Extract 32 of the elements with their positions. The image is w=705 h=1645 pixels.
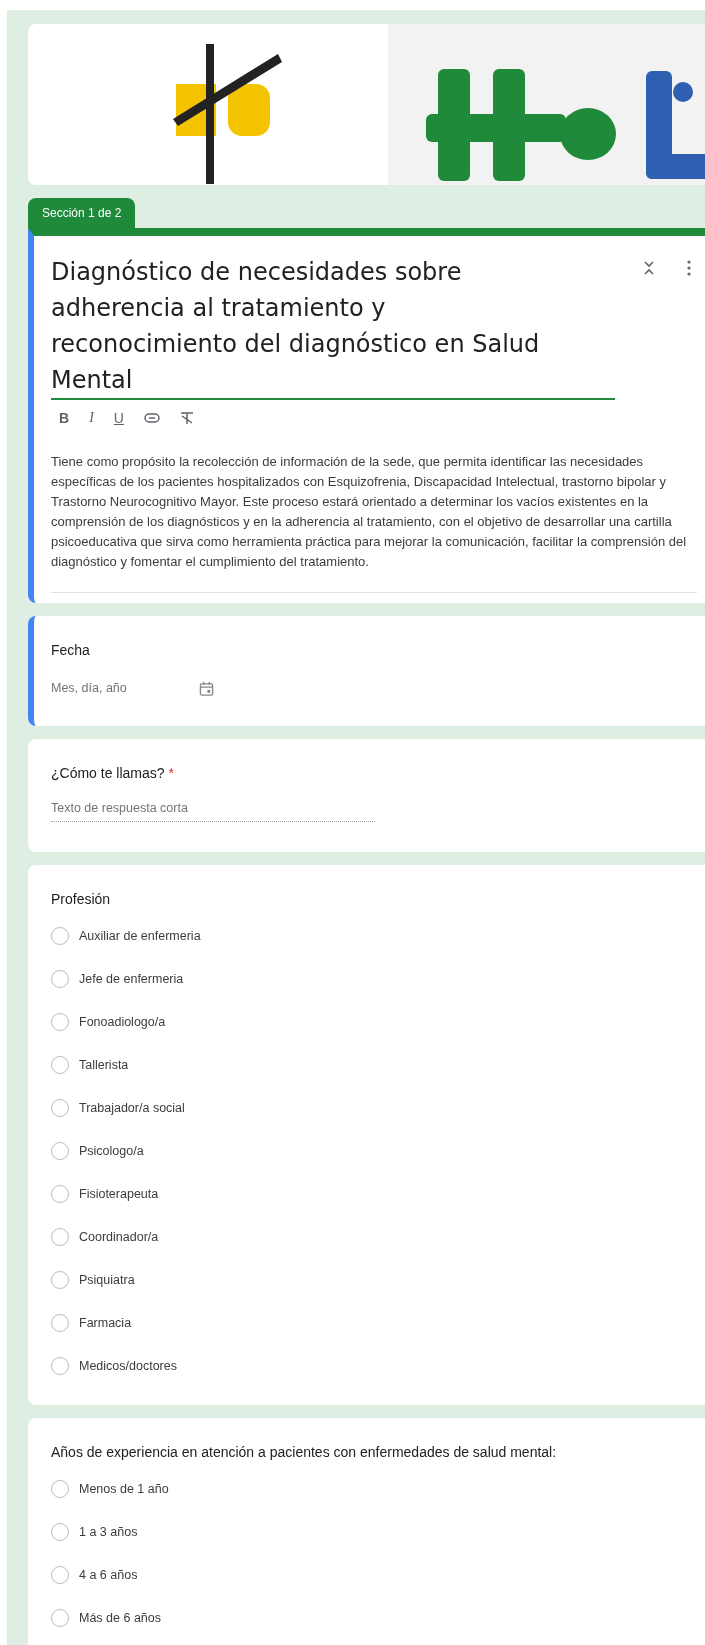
option-label[interactable]: Farmacia	[79, 1316, 132, 1330]
question-label: Profesión	[51, 891, 111, 907]
option-label[interactable]: Psicologo/a	[79, 1144, 144, 1158]
option-label[interactable]: Trabajador/a social	[79, 1101, 185, 1115]
clear-formatting-icon[interactable]	[179, 411, 194, 425]
question-label: ¿Cómo te llamas?	[51, 765, 165, 781]
link-icon[interactable]	[143, 413, 160, 423]
option-label[interactable]: Auxiliar de enfermeria	[79, 929, 201, 943]
date-field[interactable]: Mes, día, año	[51, 680, 214, 696]
required-mark: *	[168, 765, 175, 781]
option-label[interactable]: Fisioterapeuta	[79, 1187, 159, 1201]
form-title[interactable]: Diagnóstico de necesidades sobre adherencia al tratamiento y reconocimiento del diagnóstico en Salud Mental	[51, 254, 615, 400]
option-label[interactable]: 1 a 3 años	[79, 1525, 138, 1539]
more-options-icon[interactable]	[687, 260, 691, 276]
format-button[interactable]: B	[59, 410, 70, 426]
option-label[interactable]: Menos de 1 año	[79, 1482, 169, 1496]
option-label[interactable]: Medicos/doctores	[79, 1359, 177, 1373]
option-label[interactable]: Jefe de enfermeria	[79, 972, 184, 986]
short-answer-field[interactable]: Texto de respuesta corta	[51, 801, 375, 822]
question-label: Años de experiencia en atención a pacientes con enfermedades de salud mental:	[51, 1444, 557, 1460]
option-label[interactable]: Fonoadiologo/a	[79, 1015, 166, 1029]
calendar-icon[interactable]	[198, 680, 214, 696]
option-label[interactable]: Más de 6 años	[79, 1611, 161, 1625]
question-label: Fecha	[51, 642, 90, 658]
option-label[interactable]: Psiquiatra	[79, 1273, 135, 1287]
format-button[interactable]: U	[113, 410, 124, 426]
format-button[interactable]: I	[89, 410, 94, 426]
form-description: Tiene como propósito la recolección de información de la sede, que permita identificar las necesidades específicas de los pacientes hospitalizados con Esquizofrenia, Discapacidad Intelectual, trastorno bipolar y Trastorno Neurocognitivo Mayor. Este proceso estará orientado a determinar los vacíos existentes en la comprensión de los diagnósticos y en la adherencia al tratamiento, con el objetivo de desarrollar una cartilla psicoeducativa que sirva como herramienta práctica para mejorar la comunicación, facilitar la comprensión del diagnóstico y fomentar el cumplimiento del tratamiento.	[51, 453, 688, 571]
option-label[interactable]: Coordinador/a	[79, 1230, 159, 1244]
collapse-icon[interactable]	[643, 260, 655, 276]
option-label[interactable]: 4 a 6 años	[79, 1568, 138, 1582]
option-label[interactable]: Tallerista	[79, 1058, 129, 1072]
